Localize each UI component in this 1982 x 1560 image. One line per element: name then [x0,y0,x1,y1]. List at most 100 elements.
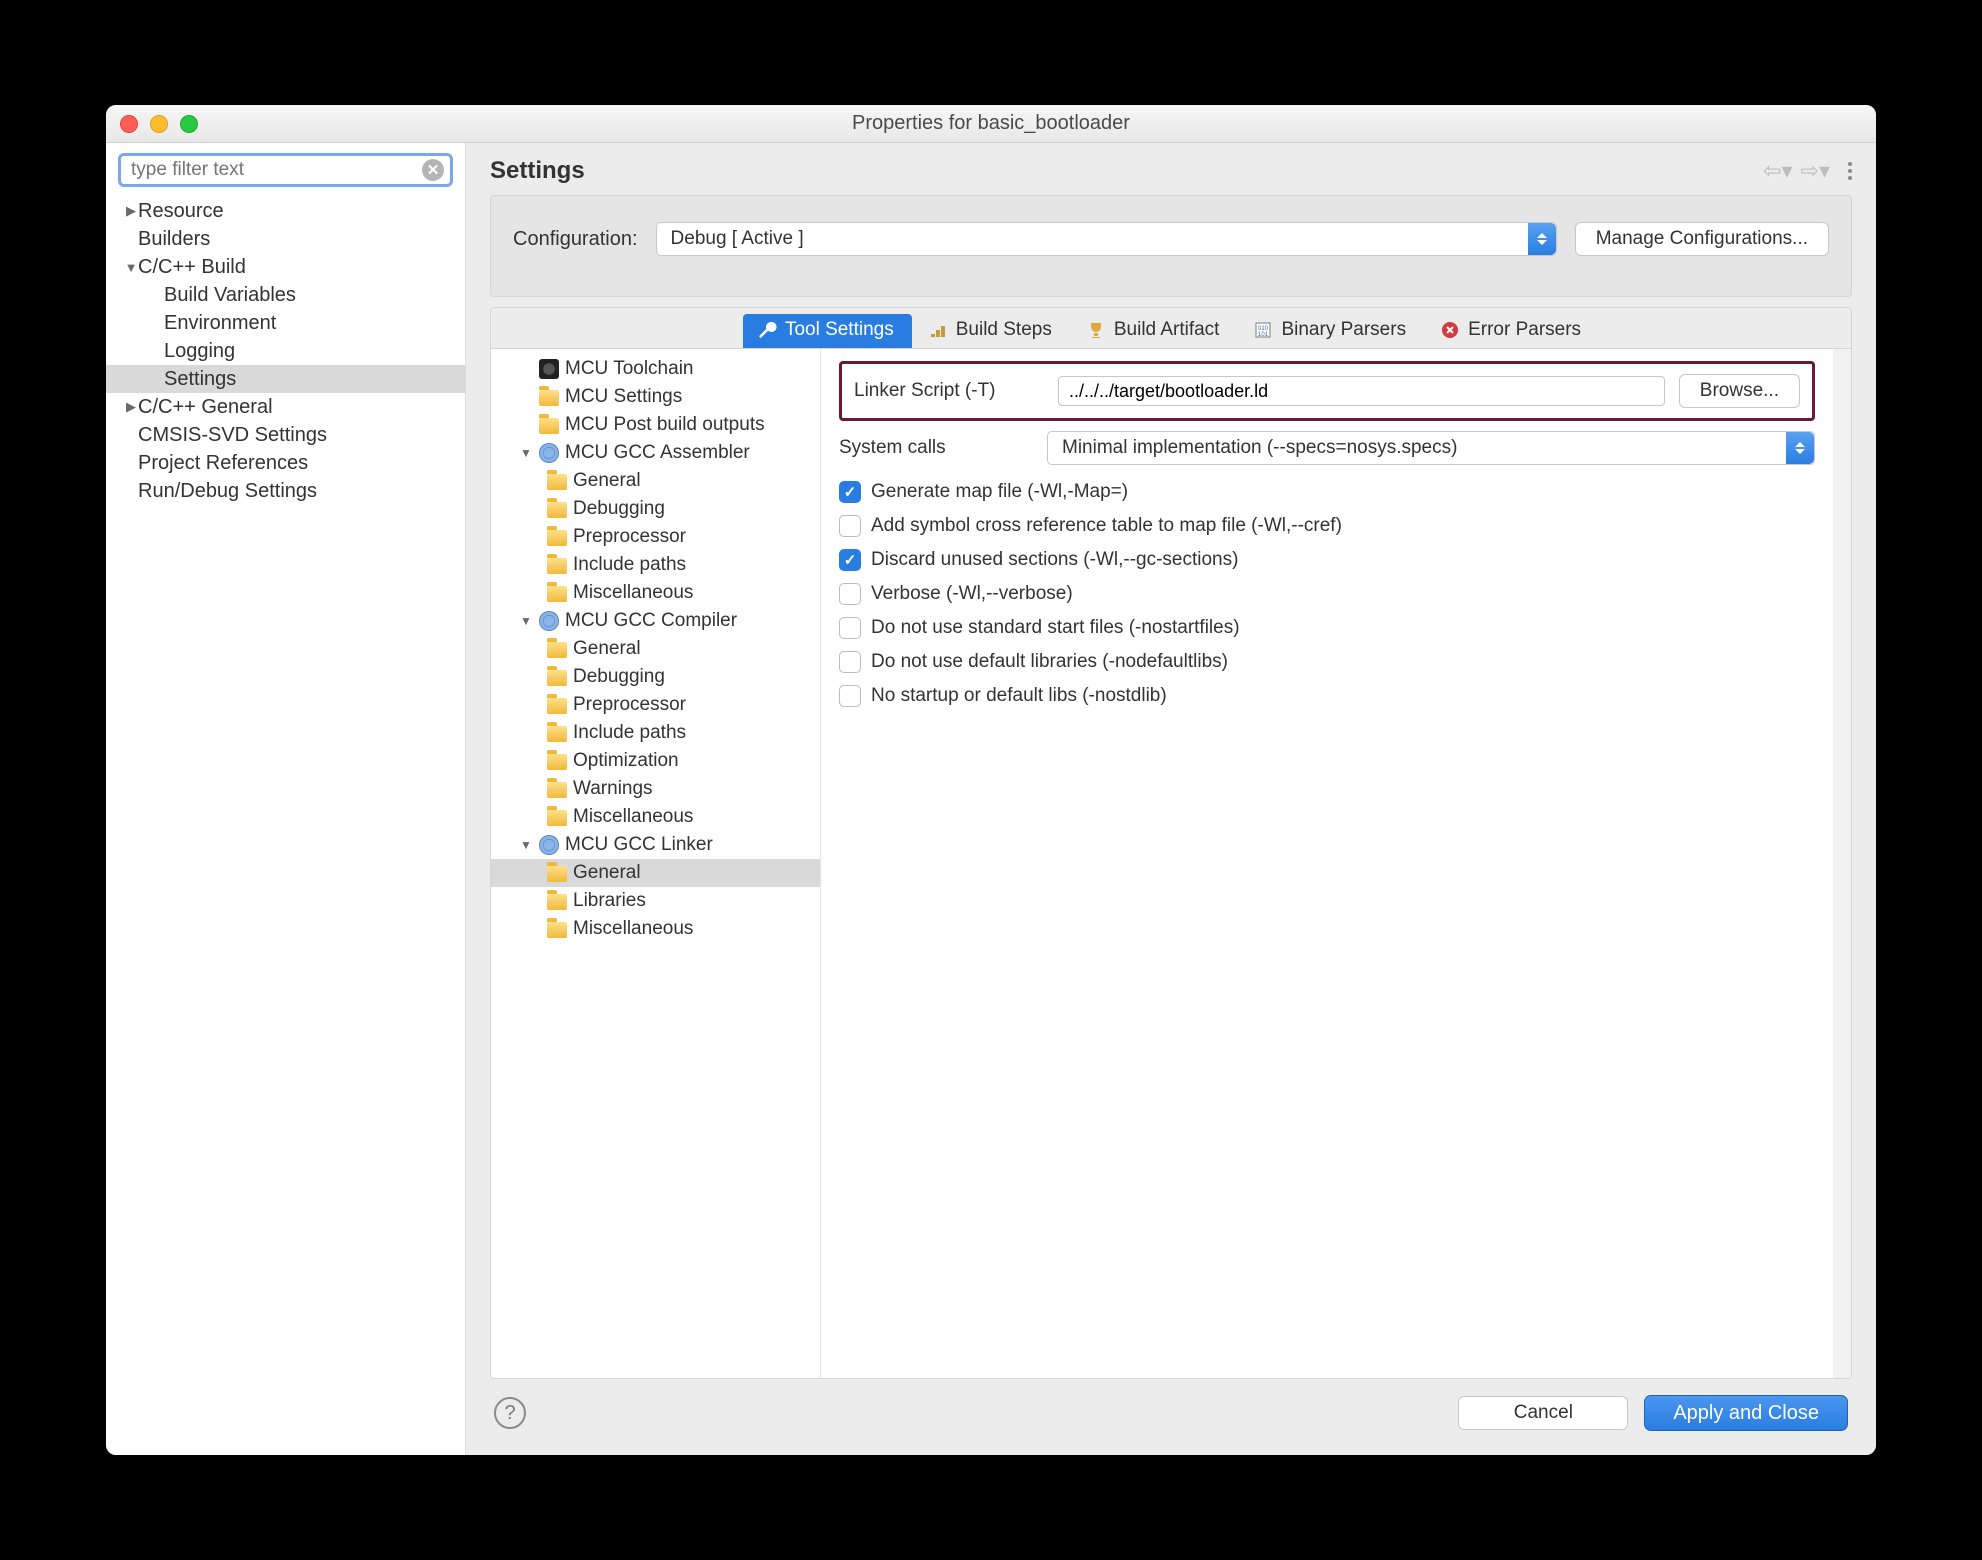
tool-tree-item[interactable]: Debugging [491,663,820,691]
tab-error-parsers[interactable]: Error Parsers [1426,314,1599,348]
tool-tree-item[interactable]: Libraries [491,887,820,915]
sidebar-item[interactable]: Settings [106,365,465,393]
sidebar-item[interactable]: Logging [106,337,465,365]
tool-tree-label: Preprocessor [573,526,686,548]
sidebar-item[interactable]: Build Variables [106,281,465,309]
checkbox[interactable] [839,515,861,537]
folder-icon [547,642,567,658]
tool-tree-item[interactable]: MCU Toolchain [491,355,820,383]
nav-back-icon[interactable]: ⇦▾ [1763,158,1792,184]
tool-tree-item[interactable]: Preprocessor [491,691,820,719]
folder-icon [547,474,567,490]
tab-build-artifact[interactable]: Build Artifact [1072,314,1238,348]
sidebar-item[interactable]: Environment [106,309,465,337]
tool-tree-item[interactable]: Miscellaneous [491,579,820,607]
properties-dialog: Properties for basic_bootloader ✕ ▶Resou… [106,105,1876,1455]
sidebar-item[interactable]: Builders [106,225,465,253]
folder-icon [547,866,567,882]
sidebar-item-label: CMSIS-SVD Settings [138,424,327,447]
tool-tree-item[interactable]: Preprocessor [491,523,820,551]
sidebar-item[interactable]: Run/Debug Settings [106,477,465,505]
sidebar-item-label: Build Variables [164,284,296,307]
cancel-button[interactable]: Cancel [1458,1396,1628,1430]
vertical-scrollbar[interactable] [1833,349,1851,1378]
tool-tree-item[interactable]: MCU Settings [491,383,820,411]
tool-tree-label: Optimization [573,750,679,772]
configuration-label: Configuration: [513,228,638,251]
tool-tree-item[interactable]: Debugging [491,495,820,523]
expand-arrow-icon: ▼ [519,838,533,852]
tool-tree-label: Libraries [573,890,646,912]
sidebar-item[interactable]: Project References [106,449,465,477]
checkbox[interactable] [839,651,861,673]
tool-tree-label: Include paths [573,722,686,744]
tab-label: Build Artifact [1114,319,1220,341]
system-calls-row: System calls Minimal implementation (--s… [839,431,1815,465]
folder-icon [547,586,567,602]
tool-tree-item[interactable]: Optimization [491,747,820,775]
svg-text:101: 101 [1258,332,1269,338]
configuration-select[interactable]: Debug [ Active ] [656,222,1557,256]
dropdown-caret-icon [1786,432,1814,464]
tool-tree-label: Include paths [573,554,686,576]
expand-arrow-icon: ▼ [519,614,533,628]
page-title: Settings [490,157,585,185]
nav-forward-icon[interactable]: ⇨▾ [1801,158,1830,184]
tool-tree-item[interactable]: Warnings [491,775,820,803]
apply-and-close-button[interactable]: Apply and Close [1644,1395,1848,1431]
browse-button[interactable]: Browse... [1679,374,1800,408]
checkbox[interactable] [839,617,861,639]
checkbox-label: Discard unused sections (-Wl,--gc-sectio… [871,549,1238,571]
option-checkbox-row: Do not use default libraries (-nodefault… [839,651,1815,673]
linker-script-input[interactable] [1058,376,1665,406]
tool-tree-item[interactable]: General [491,859,820,887]
gear-icon [539,443,559,463]
sidebar-item[interactable]: CMSIS-SVD Settings [106,421,465,449]
sidebar-item[interactable]: ▶C/C++ General [106,393,465,421]
sidebar-item-label: C/C++ General [138,396,273,419]
help-icon[interactable]: ? [494,1397,526,1429]
folder-icon [547,698,567,714]
tab-label: Binary Parsers [1281,319,1406,341]
checkbox-label: Verbose (-Wl,--verbose) [871,583,1073,605]
tab-tool-settings[interactable]: Tool Settings [743,314,912,348]
tool-tree-label: General [573,638,641,660]
tool-tree-item[interactable]: Miscellaneous [491,803,820,831]
sidebar-item[interactable]: ▶Resource [106,197,465,225]
clear-filter-icon[interactable]: ✕ [422,159,444,181]
tab-binary-parsers[interactable]: 010101Binary Parsers [1239,314,1424,348]
tool-tree-item[interactable]: MCU Post build outputs [491,411,820,439]
tool-tree-item[interactable]: General [491,635,820,663]
folder-icon [547,782,567,798]
tool-tree-item[interactable]: ▼ MCU GCC Compiler [491,607,820,635]
window-title: Properties for basic_bootloader [106,112,1876,135]
checkbox[interactable]: ✓ [839,481,861,503]
tool-tree-item[interactable]: Include paths [491,719,820,747]
manage-configurations-button[interactable]: Manage Configurations... [1575,222,1829,256]
tab-build-steps[interactable]: Build Steps [914,314,1070,348]
system-calls-select[interactable]: Minimal implementation (--specs=nosys.sp… [1047,431,1815,465]
tool-tree-item[interactable]: General [491,467,820,495]
folder-icon [547,754,567,770]
option-checkbox-row: ✓ Discard unused sections (-Wl,--gc-secti… [839,549,1815,571]
view-menu-icon[interactable] [1848,162,1852,180]
sidebar-item-label: Logging [164,340,235,363]
expand-arrow-icon: ▶ [124,203,138,219]
filter-input[interactable] [131,159,422,181]
checkbox-label: Add symbol cross reference table to map … [871,515,1342,537]
dropdown-caret-icon [1528,223,1556,255]
tool-tree-label: MCU GCC Compiler [565,610,737,632]
tab-label: Build Steps [956,319,1052,341]
tool-tree-item[interactable]: Miscellaneous [491,915,820,943]
folder-icon [547,922,567,938]
sidebar-item[interactable]: ▼C/C++ Build [106,253,465,281]
checkbox[interactable] [839,583,861,605]
option-checkbox-row: ✓ Generate map file (-Wl,-Map=) [839,481,1815,503]
checkbox[interactable] [839,685,861,707]
tool-tree-label: Debugging [573,666,665,688]
checkbox[interactable]: ✓ [839,549,861,571]
tool-tree-item[interactable]: ▼MCU GCC Linker [491,831,820,859]
tool-tree-item[interactable]: Include paths [491,551,820,579]
tool-tree-item[interactable]: ▼MCU GCC Assembler [491,439,820,467]
checkbox-label: Generate map file (-Wl,-Map=) [871,481,1128,503]
